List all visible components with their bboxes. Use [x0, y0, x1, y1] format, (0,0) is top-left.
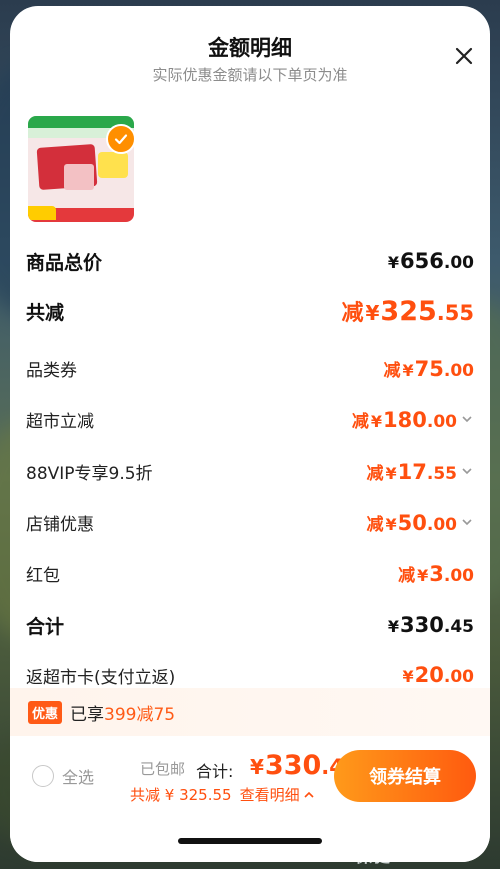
row-label: 合计: [26, 615, 65, 638]
row-supermarket-card-rebate: 返超市卡(支付立返) ¥ 20 .00: [26, 658, 474, 692]
row-amount: ¥ 330 .45: [387, 613, 474, 637]
product-selected-badge[interactable]: [106, 124, 136, 154]
checkout-bar: 全选 已包邮 合计: ¥ 330 .45 共减 ¥ 325.55 查看明细 领券…: [10, 736, 490, 862]
row-amount: ¥ 20 .00: [402, 663, 475, 687]
row-88vip-discount[interactable]: 88VIP专享9.5折 减 ¥ 17 .55: [26, 454, 474, 488]
total-label: 合计:: [196, 762, 234, 781]
chevron-up-icon: [304, 791, 314, 798]
row-label: 88VIP专享9.5折: [26, 463, 153, 484]
chevron-down-icon: [462, 468, 472, 475]
close-icon: [455, 47, 473, 65]
row-amount: ¥ 656 .00: [387, 249, 474, 273]
row-amount: 减 ¥ 17 .55: [367, 459, 475, 484]
savings-text: 共减 ¥ 325.55: [130, 786, 232, 804]
row-amount: 减 ¥ 50 .00: [367, 510, 475, 535]
select-all-radio[interactable]: [32, 765, 54, 787]
checkmark-icon: [114, 134, 128, 145]
row-amount: 减 ¥ 325 .55: [341, 296, 474, 327]
sheet-header: 金额明细 实际优惠金额请以下单页为准: [10, 6, 490, 102]
row-red-packet: 红包 减 ¥ 3 .00: [26, 556, 474, 590]
row-category-coupon: 品类券 减 ¥ 75 .00: [26, 351, 474, 385]
row-amount: 减 ¥ 75 .00: [383, 356, 475, 381]
row-store-discount[interactable]: 店铺优惠 减 ¥ 50 .00: [26, 505, 474, 539]
row-total-price: 商品总价 ¥ 656 .00: [26, 244, 474, 278]
row-subtotal: 合计 ¥ 330 .45: [26, 608, 474, 642]
chevron-down-icon: [462, 416, 472, 423]
row-label: 店铺优惠: [26, 514, 94, 535]
promo-tag: 优惠: [28, 700, 63, 724]
sheet-title: 金额明细: [208, 36, 292, 60]
promo-banner: 优惠 已享 399减75: [10, 688, 490, 736]
row-label: 返超市卡(支付立返): [26, 667, 176, 688]
checkout-button[interactable]: 领券结算: [334, 750, 476, 802]
select-all-label: 全选: [62, 768, 95, 787]
free-shipping-label: 已包邮: [140, 760, 186, 778]
savings-summary: 共减 ¥ 325.55 查看明细: [130, 784, 315, 805]
promo-text: 已享: [70, 704, 105, 725]
view-details-link[interactable]: 查看明细: [240, 784, 315, 805]
row-label: 品类券: [26, 360, 77, 381]
select-all-toggle[interactable]: 全选: [32, 764, 94, 788]
row-label: 共减: [26, 301, 65, 324]
chevron-down-icon: [462, 519, 472, 526]
row-label: 红包: [26, 565, 60, 586]
amount-detail-sheet: 金额明细 实际优惠金额请以下单页为准 商品总价 ¥ 656 .00 共减 减 ¥…: [10, 6, 490, 862]
row-supermarket-discount[interactable]: 超市立减 减 ¥ 180 .00: [26, 402, 474, 436]
row-amount: 减 ¥ 3 .00: [398, 561, 474, 586]
sheet-subtitle: 实际优惠金额请以下单页为准: [152, 66, 348, 84]
row-label: 商品总价: [26, 251, 103, 274]
close-button[interactable]: [452, 44, 476, 68]
promo-highlight: 399减75: [104, 704, 176, 725]
row-label: 超市立减: [26, 411, 94, 432]
row-amount: 减 ¥ 180 .00: [352, 407, 474, 432]
row-total-discount: 共减 减 ¥ 325 .55: [26, 294, 474, 328]
home-indicator[interactable]: [178, 838, 322, 844]
